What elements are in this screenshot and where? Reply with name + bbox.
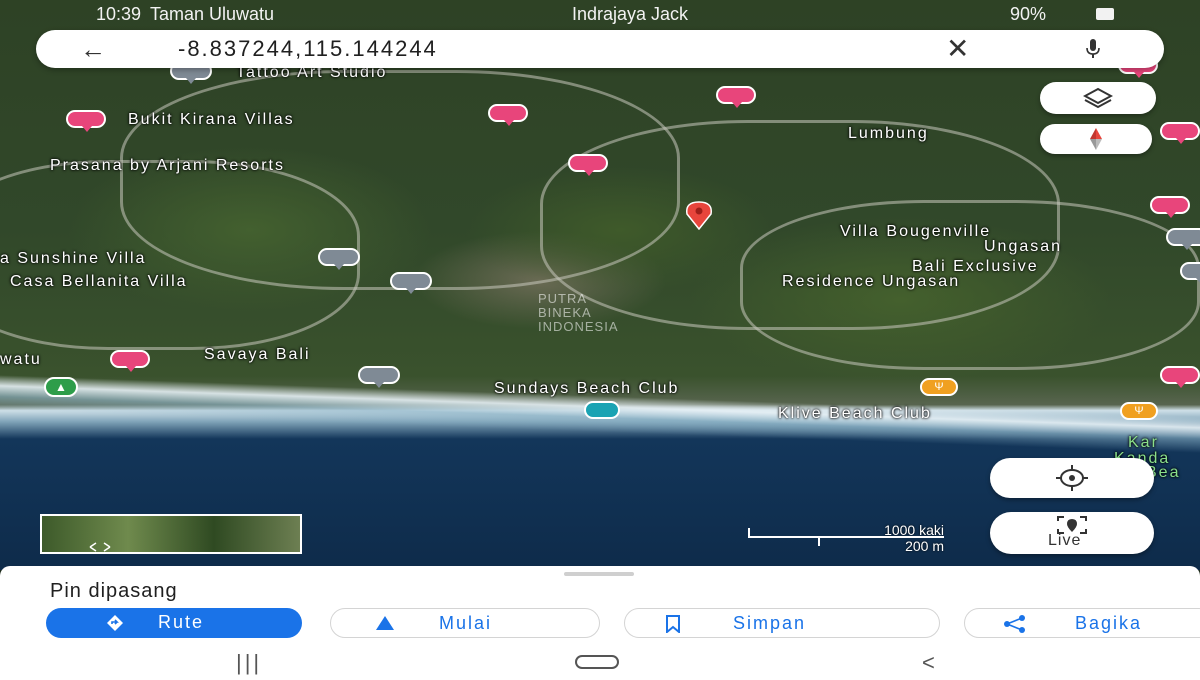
place-label[interactable]: Residence Ungasan: [782, 273, 960, 291]
place-label[interactable]: a Sunshine Villa: [0, 250, 146, 268]
layer-preview-thumbnail[interactable]: [40, 514, 302, 554]
compass-button[interactable]: [1040, 124, 1152, 154]
place-label[interactable]: Ungasan: [984, 238, 1062, 256]
hotel-pin-icon[interactable]: [1160, 122, 1200, 144]
bookmark-icon: [666, 615, 680, 633]
dropped-pin-icon[interactable]: [662, 200, 736, 230]
system-nav-bar: ||| <: [0, 648, 1200, 680]
hotel-pin-icon[interactable]: [716, 86, 756, 108]
hotel-pin-icon[interactable]: [1160, 366, 1200, 388]
arrows-icon: [89, 542, 111, 552]
home-button[interactable]: [574, 650, 620, 676]
place-label[interactable]: Sundays Beach Club: [494, 380, 679, 398]
park-pin-icon[interactable]: ▲: [44, 377, 78, 397]
close-icon[interactable]: ✕: [946, 32, 969, 65]
place-label[interactable]: watu: [0, 351, 42, 369]
camera-pin-icon[interactable]: [584, 401, 620, 419]
place-label[interactable]: Savaya Bali: [204, 346, 311, 364]
restaurant-pin-icon[interactable]: Ψ: [920, 378, 958, 396]
live-view-button[interactable]: Live: [990, 512, 1154, 554]
my-location-button[interactable]: [990, 458, 1154, 498]
crosshair-icon: [1056, 465, 1088, 491]
place-pin-icon[interactable]: [1180, 262, 1200, 284]
arrow-left-icon[interactable]: ←: [80, 34, 106, 65]
compass-icon: [1090, 128, 1102, 150]
navigation-arrow-icon: [376, 616, 394, 630]
battery-percent: 90%: [1010, 4, 1047, 24]
place-pin-icon[interactable]: [1166, 228, 1200, 250]
place-pin-icon[interactable]: [358, 366, 400, 388]
place-label[interactable]: Villa Bougenville: [840, 223, 991, 241]
status-place: Indrajaya Jack: [572, 4, 689, 24]
start-button[interactable]: Mulai: [330, 608, 600, 638]
battery-icon: [1096, 8, 1114, 20]
watermark: PUTRA BINEKA INDONESIA: [538, 291, 619, 334]
hotel-pin-icon[interactable]: [110, 350, 150, 372]
place-label[interactable]: Lumbung: [848, 125, 929, 143]
save-button[interactable]: Simpan: [624, 608, 940, 638]
status-place: Taman Uluwatu: [150, 4, 275, 24]
place-label[interactable]: Casa Bellanita Villa: [10, 273, 188, 291]
back-button[interactable]: <: [922, 650, 935, 676]
place-label[interactable]: Bukit Kirana Villas: [128, 111, 295, 129]
place-pin-icon[interactable]: [390, 272, 432, 294]
hotel-pin-icon[interactable]: [66, 110, 106, 132]
home-icon: [575, 655, 619, 669]
recent-apps-button[interactable]: |||: [236, 650, 262, 676]
live-label: Live: [1048, 532, 1082, 549]
place-label[interactable]: Prasana by Arjani Resorts: [50, 157, 285, 175]
sheet-title: Pin dipasang: [50, 580, 178, 602]
place-label[interactable]: Klive Beach Club: [778, 405, 932, 423]
place-pin-icon[interactable]: [318, 248, 360, 270]
layers-icon: [1083, 87, 1113, 109]
hotel-pin-icon[interactable]: [488, 104, 528, 126]
share-button[interactable]: Bagika: [964, 608, 1200, 638]
map-scale: 1000 kaki 200 m: [748, 522, 944, 554]
share-icon: [1004, 615, 1025, 633]
hotel-pin-icon[interactable]: [1150, 196, 1190, 218]
hotel-pin-icon[interactable]: [568, 154, 608, 176]
place-bottom-sheet[interactable]: Pin dipasang Rute Mulai Simpan Bagika: [0, 566, 1200, 648]
directions-button[interactable]: Rute: [46, 608, 302, 638]
drag-handle[interactable]: [564, 572, 634, 576]
status-time: 10:39: [96, 4, 142, 24]
directions-icon: [107, 615, 123, 631]
search-bar[interactable]: ← -8.837244,115.144244 ✕: [36, 30, 1164, 68]
microphone-icon[interactable]: [1086, 39, 1100, 59]
restaurant-pin-icon[interactable]: Ψ: [1120, 402, 1158, 420]
layers-button[interactable]: [1040, 82, 1156, 114]
search-query[interactable]: -8.837244,115.144244: [178, 36, 438, 62]
status-bar: 10:39 Taman Uluwatu Indrajaya Jack 90%: [0, 4, 1200, 26]
